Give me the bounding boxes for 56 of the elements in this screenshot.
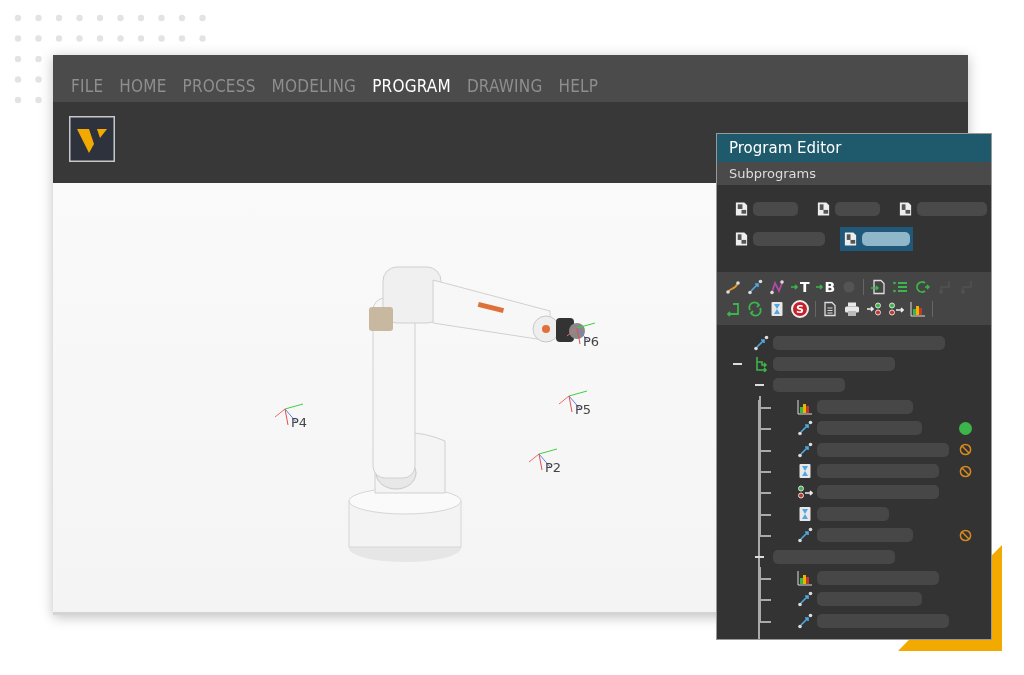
subprogram-icon bbox=[816, 201, 831, 217]
bar-chart-icon[interactable] bbox=[797, 570, 813, 586]
linear-move-icon[interactable] bbox=[797, 612, 813, 629]
list-icon[interactable] bbox=[892, 279, 909, 295]
point-label[interactable]: P6 bbox=[583, 334, 600, 349]
branch-icon[interactable] bbox=[753, 356, 769, 373]
curve-move-icon[interactable] bbox=[769, 279, 785, 295]
linear-move-icon[interactable] bbox=[797, 527, 813, 544]
arrow-icon bbox=[815, 283, 824, 291]
tree-line bbox=[759, 567, 773, 589]
hourglass-icon[interactable] bbox=[797, 505, 813, 522]
collapse-toggle[interactable] bbox=[732, 363, 742, 366]
input-signal-icon[interactable] bbox=[797, 484, 813, 501]
point-label[interactable]: P5 bbox=[575, 402, 592, 417]
hourglass-icon[interactable] bbox=[769, 301, 785, 317]
tree-line bbox=[759, 588, 773, 611]
linear-move-icon[interactable] bbox=[747, 279, 763, 295]
tool-frame-button[interactable]: T bbox=[791, 279, 810, 295]
hourglass-icon[interactable] bbox=[797, 463, 813, 480]
point-label[interactable]: P4 bbox=[291, 415, 308, 430]
tree-line bbox=[759, 396, 773, 418]
refresh-icon[interactable] bbox=[747, 301, 763, 317]
bar-chart-icon[interactable] bbox=[797, 398, 813, 415]
tree-line bbox=[759, 417, 773, 439]
document-icon[interactable] bbox=[822, 301, 838, 317]
bar-chart-icon[interactable] bbox=[910, 301, 926, 317]
input-signal-icon[interactable] bbox=[888, 301, 904, 317]
linear-move-icon[interactable] bbox=[797, 420, 813, 437]
output-signal-icon[interactable] bbox=[866, 301, 882, 317]
stop-button[interactable]: S bbox=[791, 300, 809, 318]
linear-move-icon[interactable] bbox=[753, 334, 769, 351]
logo-icon[interactable] bbox=[69, 116, 115, 162]
printer-icon[interactable] bbox=[844, 301, 860, 317]
collapse-toggle[interactable] bbox=[754, 384, 764, 387]
subprogram-item[interactable] bbox=[840, 227, 913, 251]
document-arrow-icon[interactable] bbox=[870, 279, 887, 295]
main-program-icon bbox=[734, 201, 749, 217]
tree-line bbox=[759, 481, 773, 504]
linear-move-icon[interactable] bbox=[797, 591, 813, 608]
section-header: Subprograms bbox=[717, 162, 991, 185]
panel-title: Program Editor bbox=[717, 134, 991, 162]
tree-line bbox=[759, 438, 773, 461]
tree-line bbox=[759, 503, 773, 525]
subprogram-icon bbox=[734, 231, 749, 247]
tree-line bbox=[759, 460, 773, 482]
loop-icon[interactable] bbox=[914, 279, 931, 295]
subprogram-icon bbox=[898, 201, 913, 217]
collapse-toggle[interactable] bbox=[754, 555, 764, 558]
return-arrow-icon[interactable] bbox=[725, 301, 741, 317]
arrow-icon bbox=[791, 283, 799, 291]
spline-move-icon[interactable] bbox=[725, 279, 741, 295]
subprogram-icon bbox=[843, 231, 858, 247]
menu-tab[interactable]: PROGRAM bbox=[364, 76, 459, 96]
linear-move-icon[interactable] bbox=[797, 441, 813, 458]
point-label[interactable]: P2 bbox=[545, 460, 562, 475]
base-frame-button[interactable]: B bbox=[815, 279, 836, 295]
